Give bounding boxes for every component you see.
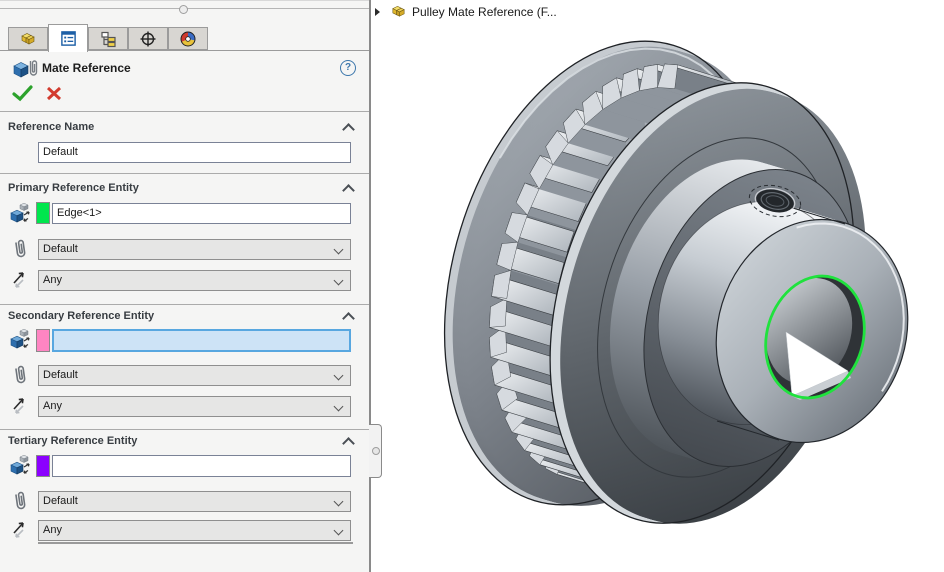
collapse-chevron-icon[interactable]: [342, 123, 355, 136]
mate-alignment-icon: [9, 518, 29, 542]
primary-selection-swatch: [36, 202, 50, 224]
primary-reference-header[interactable]: Primary Reference Entity: [8, 182, 139, 194]
paperclip-icon: [11, 237, 29, 263]
divider: [0, 304, 369, 305]
featuremanager-tab[interactable]: [8, 27, 48, 50]
secondary-mate-type-value: Default: [43, 369, 78, 381]
chevron-down-icon: [334, 276, 344, 286]
secondary-mate-type-dropdown[interactable]: Default: [38, 365, 351, 386]
splitter-grip-dot: [372, 447, 380, 455]
chevron-down-icon: [334, 371, 344, 381]
collapse-chevron-icon[interactable]: [342, 184, 355, 197]
propertymanager-icon: [60, 30, 77, 47]
panel-splitter-handle[interactable]: [369, 424, 382, 478]
tertiary-alignment-value: Any: [43, 524, 62, 536]
divider: [0, 173, 369, 174]
cancel-button[interactable]: [46, 86, 62, 101]
tree-expand-arrow-icon[interactable]: [375, 8, 380, 16]
part-icon: [19, 30, 37, 48]
panel-title: Mate Reference: [42, 61, 131, 75]
ok-button[interactable]: [12, 84, 34, 102]
chevron-down-icon: [334, 245, 344, 255]
reference-name-input[interactable]: Default: [38, 142, 351, 163]
mate-reference-icon: [12, 58, 38, 80]
primary-mate-type-dropdown[interactable]: Default: [38, 239, 351, 260]
secondary-selection-swatch: [36, 329, 50, 352]
part-icon: [390, 3, 407, 20]
divider: [0, 111, 369, 112]
configurationmanager-icon: [99, 30, 117, 48]
secondary-alignment-dropdown[interactable]: Any: [38, 396, 351, 417]
tertiary-reference-header[interactable]: Tertiary Reference Entity: [8, 435, 137, 447]
tree-item-pulley-mate-reference[interactable]: Pulley Mate Reference (F...: [412, 5, 557, 19]
selection-entity-icon: [8, 327, 32, 351]
tertiary-selection-swatch: [36, 455, 50, 477]
mate-alignment-icon: [9, 268, 29, 292]
configurationmanager-tab[interactable]: [88, 27, 128, 50]
primary-alignment-value: Any: [43, 274, 62, 286]
displaymanager-ball-icon: [179, 30, 197, 48]
pulley-model[interactable]: [371, 0, 944, 572]
secondary-selection-box[interactable]: [52, 329, 351, 352]
divider: [38, 542, 353, 544]
chevron-down-icon: [334, 526, 344, 536]
tertiary-mate-type-value: Default: [43, 495, 78, 507]
primary-mate-type-value: Default: [43, 243, 78, 255]
panel-top-edge: [0, 0, 369, 1]
paperclip-icon: [11, 363, 29, 389]
propertymanager-tab[interactable]: [48, 24, 88, 52]
panel-splitter-grip[interactable]: [179, 5, 188, 14]
tertiary-alignment-dropdown[interactable]: Any: [38, 520, 351, 541]
dimxpert-crosshair-icon: [139, 30, 157, 48]
solidworks-window: Mate Reference ? Reference Name Default …: [0, 0, 944, 572]
primary-alignment-dropdown[interactable]: Any: [38, 270, 351, 291]
help-icon[interactable]: ?: [340, 60, 356, 76]
mate-alignment-icon: [9, 394, 29, 418]
tertiary-selection-box[interactable]: [52, 455, 351, 477]
selection-entity-icon: [8, 201, 32, 225]
primary-selection-box[interactable]: Edge<1>: [52, 203, 351, 224]
divider: [0, 429, 369, 430]
paperclip-icon: [11, 489, 29, 515]
secondary-reference-header[interactable]: Secondary Reference Entity: [8, 310, 154, 322]
dimxpertmanager-tab[interactable]: [128, 27, 168, 50]
reference-name-header[interactable]: Reference Name: [8, 121, 94, 133]
collapse-chevron-icon[interactable]: [342, 312, 355, 325]
collapse-chevron-icon[interactable]: [342, 437, 355, 450]
secondary-alignment-value: Any: [43, 400, 62, 412]
chevron-down-icon: [334, 497, 344, 507]
chevron-down-icon: [334, 402, 344, 412]
tertiary-mate-type-dropdown[interactable]: Default: [38, 491, 351, 512]
propertymanager-panel: Mate Reference ? Reference Name Default …: [0, 0, 369, 572]
3d-viewport[interactable]: Pulley Mate Reference (F...: [371, 0, 944, 572]
selection-entity-icon: [8, 453, 32, 477]
displaymanager-tab[interactable]: [168, 27, 208, 50]
